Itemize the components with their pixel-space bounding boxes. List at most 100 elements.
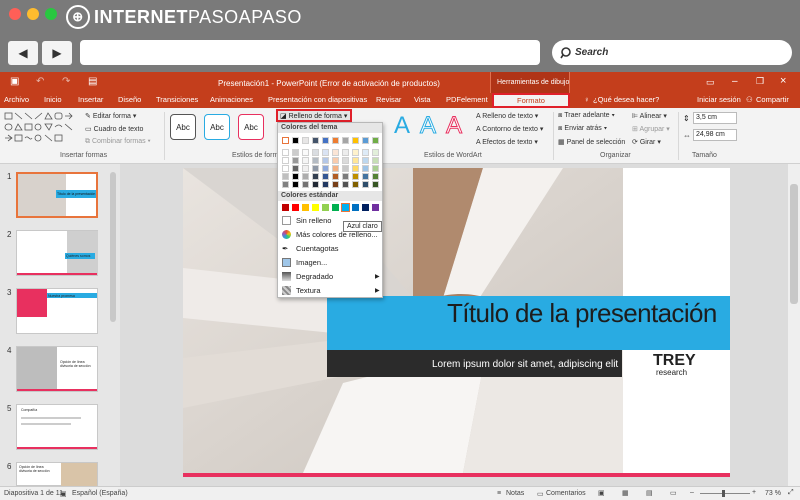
wordart-style-3[interactable]: A (445, 112, 462, 140)
shapes-gallery[interactable] (4, 112, 82, 146)
fit-to-window-icon[interactable]: ⤢ (788, 489, 794, 497)
theme-color-swatch[interactable] (342, 157, 349, 164)
theme-color-swatch[interactable] (282, 165, 289, 172)
forward-button[interactable]: ▶ (42, 41, 72, 65)
slide-thumbnail-4[interactable]: Opción de línea divisoria de sección (16, 346, 98, 392)
theme-color-swatch[interactable] (292, 173, 299, 180)
tab-inicio[interactable]: Inicio (44, 95, 62, 104)
address-bar[interactable] (80, 40, 540, 65)
shape-style-2[interactable]: Abc (204, 114, 230, 140)
spellcheck-icon[interactable]: ▣ (60, 490, 67, 498)
theme-color-swatch[interactable] (372, 157, 379, 164)
theme-color-swatch[interactable] (332, 137, 339, 144)
present-icon[interactable]: ▤ (88, 76, 97, 87)
eyedropper-item[interactable]: ✒ Cuentagotas (282, 244, 339, 253)
theme-color-swatch[interactable] (332, 165, 339, 172)
slide-thumbnail-3[interactable]: Nuestra promesa (16, 288, 98, 334)
canvas-scrollbar[interactable] (788, 164, 800, 486)
slide-thumbnail-2[interactable]: Quiénes somos (16, 230, 98, 276)
wordart-style-2[interactable]: A (419, 112, 436, 140)
standard-color-swatch[interactable] (282, 204, 289, 211)
theme-color-swatch[interactable] (362, 149, 369, 156)
standard-color-swatch[interactable] (302, 204, 309, 211)
slide-thumbnail-1[interactable]: Título de la presentación (16, 172, 98, 218)
standard-color-swatch[interactable] (332, 204, 339, 211)
standard-color-swatch[interactable] (362, 204, 369, 211)
combine-shapes-button[interactable]: ⧉ Combinar formas ▾ (85, 138, 151, 146)
text-fill-button[interactable]: A Relleno de texto ▾ (476, 112, 538, 120)
theme-color-swatch[interactable] (352, 157, 359, 164)
theme-color-swatch[interactable] (282, 149, 289, 156)
theme-color-swatch[interactable] (302, 137, 309, 144)
tab-diseno[interactable]: Diseño (118, 95, 141, 104)
theme-color-swatch[interactable] (372, 149, 379, 156)
theme-color-swatch[interactable] (372, 137, 379, 144)
theme-color-swatch[interactable] (312, 157, 319, 164)
slide-thumbnail-6[interactable]: Opción de línea divisoria de sección (16, 462, 98, 487)
theme-color-swatch[interactable] (312, 173, 319, 180)
theme-color-swatch[interactable] (362, 173, 369, 180)
back-button[interactable]: ◀ (8, 41, 38, 65)
theme-color-swatch[interactable] (312, 181, 319, 188)
theme-color-swatch[interactable] (352, 137, 359, 144)
theme-color-swatch[interactable] (292, 157, 299, 164)
group-button[interactable]: ⊞ Agrupar ▾ (632, 125, 670, 133)
theme-color-swatch[interactable] (372, 173, 379, 180)
notes-button[interactable]: Notas (506, 490, 524, 497)
thumbnails-scrollbar[interactable] (110, 172, 116, 322)
theme-color-swatch[interactable] (302, 165, 309, 172)
theme-color-swatch[interactable] (292, 149, 299, 156)
zoom-out-icon[interactable]: – (690, 489, 694, 496)
zoom-slider[interactable] (700, 493, 750, 494)
tab-animaciones[interactable]: Animaciones (210, 95, 253, 104)
theme-color-swatch[interactable] (292, 137, 299, 144)
theme-color-swatch[interactable] (342, 173, 349, 180)
shape-style-3[interactable]: Abc (238, 114, 264, 140)
theme-color-swatch[interactable] (342, 181, 349, 188)
ribbon-options-icon[interactable]: ▭ (706, 77, 715, 88)
theme-color-swatch[interactable] (352, 181, 359, 188)
standard-color-swatch[interactable] (352, 204, 359, 211)
zoom-in-icon[interactable]: + (752, 489, 756, 496)
height-field[interactable]: 3,5 cm (693, 112, 737, 124)
textbox-button[interactable]: ▭ Cuadro de texto (85, 125, 143, 133)
close-icon[interactable]: × (780, 75, 786, 87)
search-box[interactable]: Search (552, 40, 792, 65)
theme-color-swatch[interactable] (292, 181, 299, 188)
tab-revisar[interactable]: Revisar (376, 95, 401, 104)
theme-color-swatch[interactable] (362, 137, 369, 144)
gradient-item[interactable]: Degradado (282, 272, 333, 281)
theme-color-swatch[interactable] (332, 173, 339, 180)
language-indicator[interactable]: Español (España) (72, 490, 128, 497)
theme-color-swatch[interactable] (292, 165, 299, 172)
align-button[interactable]: ⊫ Alinear ▾ (632, 112, 667, 120)
tell-me-box[interactable]: ¿Qué desea hacer? (593, 95, 659, 104)
selection-pane-button[interactable]: ▦ Panel de selección (558, 138, 625, 146)
zoom-level[interactable]: 73 % (765, 490, 781, 497)
theme-color-swatch[interactable] (372, 165, 379, 172)
tab-presentacion[interactable]: Presentación con diapositivas (268, 95, 367, 104)
comments-button[interactable]: Comentarios (546, 490, 586, 497)
theme-color-swatch[interactable] (332, 157, 339, 164)
text-outline-button[interactable]: A Contorno de texto ▾ (476, 125, 543, 133)
tab-vista[interactable]: Vista (414, 95, 431, 104)
reading-view-icon[interactable]: ▤ (646, 489, 653, 497)
scrollbar-thumb[interactable] (790, 184, 798, 304)
theme-color-swatch[interactable] (342, 149, 349, 156)
rotate-button[interactable]: ⟳ Girar ▾ (632, 138, 661, 146)
theme-color-swatch[interactable] (302, 181, 309, 188)
tab-transiciones[interactable]: Transiciones (156, 95, 198, 104)
theme-color-swatch[interactable] (352, 165, 359, 172)
standard-color-swatch[interactable] (341, 203, 350, 212)
picture-item[interactable]: Imagen... (282, 258, 327, 267)
theme-color-swatch[interactable] (362, 157, 369, 164)
theme-color-swatch[interactable] (302, 157, 309, 164)
theme-color-swatch[interactable] (322, 173, 329, 180)
theme-color-swatch[interactable] (312, 149, 319, 156)
theme-color-swatch[interactable] (302, 149, 309, 156)
zoom-slider-thumb[interactable] (722, 490, 725, 497)
slide-sorter-icon[interactable]: ▦ (622, 489, 629, 497)
site-logo[interactable]: ⊕ INTERNET PASOAPASO (66, 4, 302, 30)
normal-view-icon[interactable]: ▣ (598, 489, 605, 497)
theme-color-swatch[interactable] (322, 157, 329, 164)
